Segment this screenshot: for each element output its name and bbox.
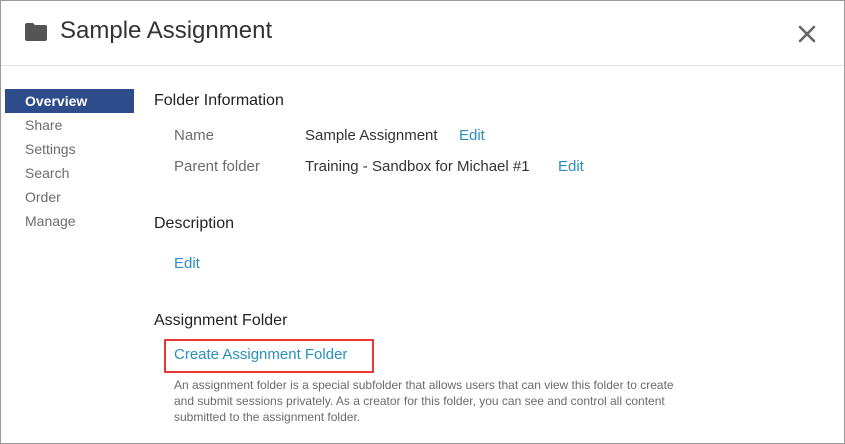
edit-parent-folder-link[interactable]: Edit bbox=[558, 158, 584, 175]
name-label: Name bbox=[174, 127, 215, 144]
sidebar-item-order[interactable]: Order bbox=[5, 185, 134, 209]
sidebar-item-overview[interactable]: Overview bbox=[5, 89, 134, 113]
sidebar-item-share[interactable]: Share bbox=[5, 113, 134, 137]
page-title: Sample Assignment bbox=[60, 17, 273, 44]
close-icon[interactable] bbox=[796, 23, 818, 45]
description-heading: Description bbox=[154, 215, 235, 232]
sidebar-nav: Overview Share Settings Search Order Man… bbox=[5, 89, 134, 233]
edit-description-link[interactable]: Edit bbox=[174, 255, 200, 272]
parent-folder-label: Parent folder bbox=[174, 158, 260, 175]
name-value: Sample Assignment bbox=[305, 127, 438, 144]
assignment-folder-heading: Assignment Folder bbox=[154, 312, 288, 329]
sidebar-item-settings[interactable]: Settings bbox=[5, 137, 134, 161]
edit-name-link[interactable]: Edit bbox=[459, 127, 485, 144]
sidebar-item-manage[interactable]: Manage bbox=[5, 209, 134, 233]
parent-folder-value: Training - Sandbox for Michael #1 bbox=[305, 158, 530, 175]
folder-icon bbox=[25, 23, 47, 41]
assignment-folder-help-text: An assignment folder is a special subfol… bbox=[174, 378, 674, 424]
dialog-header: Sample Assignment bbox=[1, 1, 844, 66]
folder-information-heading: Folder Information bbox=[154, 92, 284, 109]
create-assignment-folder-link[interactable]: Create Assignment Folder bbox=[174, 346, 347, 363]
dialog: Sample Assignment Overview Share Setting… bbox=[0, 0, 845, 444]
sidebar-item-search[interactable]: Search bbox=[5, 161, 134, 185]
